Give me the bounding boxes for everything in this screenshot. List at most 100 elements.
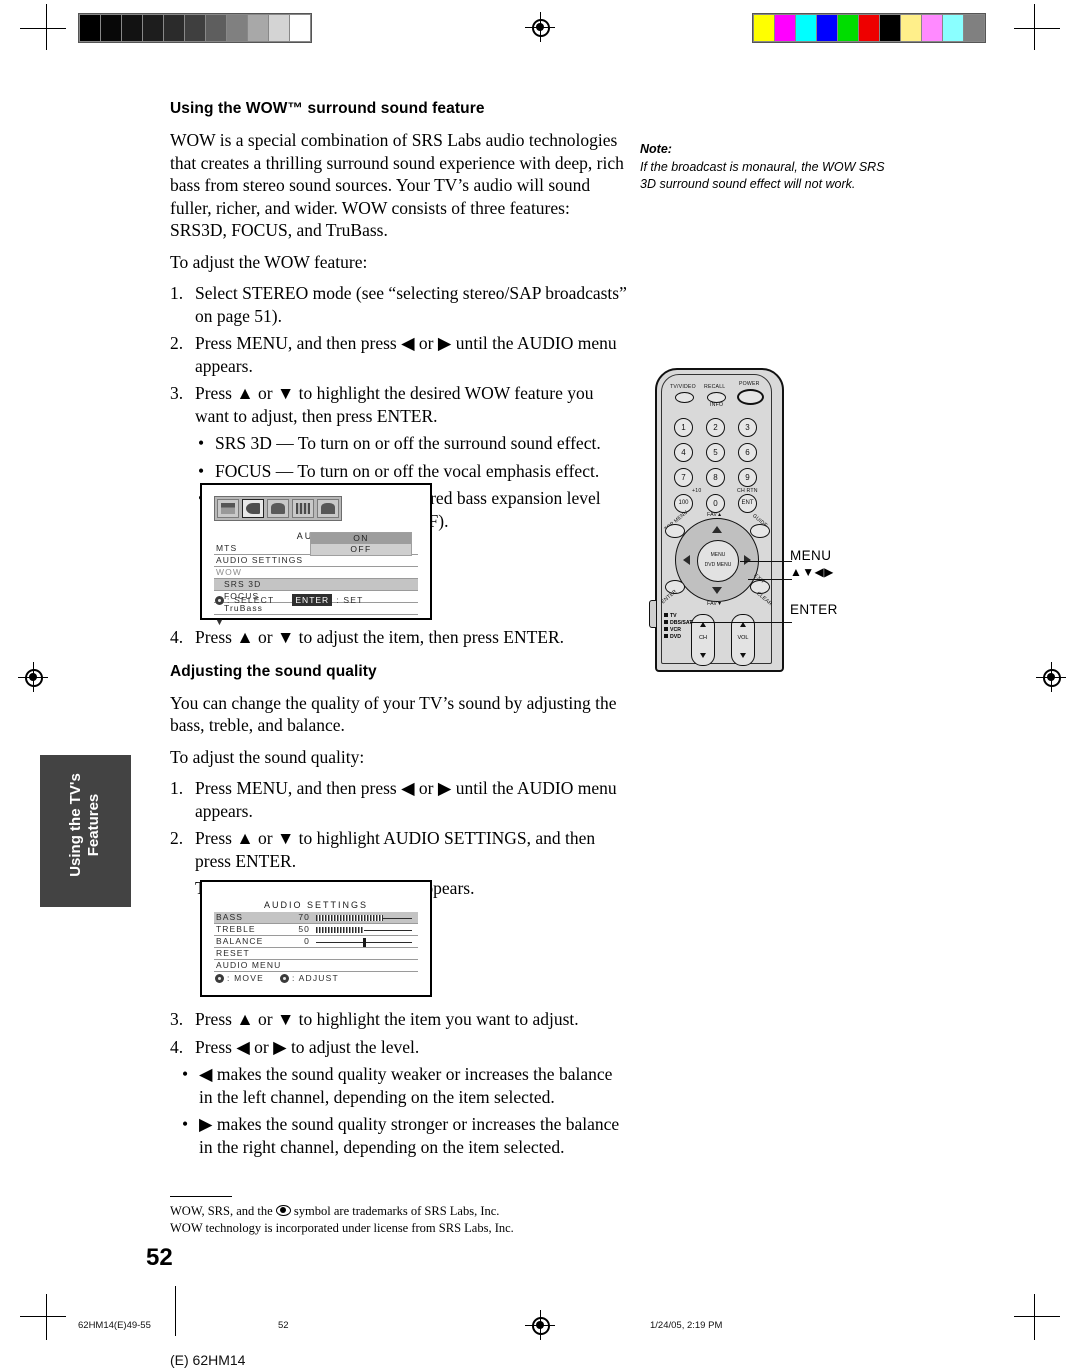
sound-quality-step-list-b: 3. Press ▲ or ▼ to highlight the item yo… xyxy=(170,1008,630,1158)
key-9-button[interactable]: 9 xyxy=(738,468,757,487)
volume-down-icon[interactable] xyxy=(740,653,746,658)
left-arrow-icon[interactable] xyxy=(683,555,690,565)
footnote-rule xyxy=(170,1196,232,1197)
print-footer-right: 1/24/05, 2:19 PM xyxy=(650,1320,723,1331)
page-number: 52 xyxy=(146,1244,173,1271)
osd-row-reset[interactable]: RESET xyxy=(214,948,418,960)
key-4-button[interactable]: 4 xyxy=(674,443,693,462)
mode-dvd: DVD xyxy=(664,634,692,641)
osd-row-label: AUDIO MENU xyxy=(216,960,282,970)
crop-mark-br-v xyxy=(1034,1294,1035,1340)
antenna-icon[interactable] xyxy=(267,499,289,518)
dpad-icon xyxy=(215,973,224,983)
osd-footer-enter-key: ENTER xyxy=(292,594,333,606)
osd-bass-slider[interactable] xyxy=(316,915,412,921)
osd-row-audio-menu[interactable]: AUDIO MENU xyxy=(214,960,418,972)
step-number: 2. xyxy=(170,828,184,848)
remote-side-button[interactable] xyxy=(649,600,657,628)
footer-divider-line xyxy=(175,1286,176,1336)
mode-dvd-label: DVD xyxy=(670,634,681,640)
registration-mark-top xyxy=(525,12,555,42)
osd-row-audio-settings[interactable]: AUDIO SETTINGS xyxy=(214,555,418,567)
key-8-button[interactable]: 8 xyxy=(706,468,725,487)
osd-row-label: AUDIO SETTINGS xyxy=(216,555,304,565)
osd-row-balance[interactable]: BALANCE 0 xyxy=(214,936,418,948)
note-label: Note: xyxy=(640,142,672,156)
key-7-button[interactable]: 7 xyxy=(674,468,693,487)
channel-down-icon[interactable] xyxy=(700,653,706,658)
list-item: • FOCUS — To turn on or off the vocal em… xyxy=(198,460,630,483)
step-text: Press MENU, and then press ◀ or ▶ until … xyxy=(195,333,617,376)
crop-mark-tr-v xyxy=(1034,4,1035,50)
key-3-button[interactable]: 3 xyxy=(738,418,757,437)
mode-tv: TV xyxy=(664,613,692,620)
step-number: 3. xyxy=(170,383,184,403)
setup-icon[interactable] xyxy=(292,499,314,518)
menu-center-button[interactable]: MENU DVD MENU xyxy=(697,540,739,582)
grayscale-calibration-bar xyxy=(78,13,312,43)
calibration-swatch-5 xyxy=(185,15,205,41)
osd-row-srs3d[interactable]: SRS 3D xyxy=(214,579,418,591)
adjust-icon xyxy=(279,973,289,983)
step-number: 2. xyxy=(170,333,184,353)
key-0-button[interactable]: 0 xyxy=(706,494,725,513)
mode-vcr-label: VCR xyxy=(670,627,681,633)
lock-icon[interactable] xyxy=(317,499,339,518)
osd-audio-menu-screenshot: AUDIO MTS AUDIO SETTINGS WOW SRS 3D FOCU… xyxy=(200,483,432,627)
channel-label: CH xyxy=(699,635,707,641)
directional-pad[interactable]: MENU DVD MENU xyxy=(675,518,759,602)
osd-row-treble[interactable]: TREBLE 50 xyxy=(214,924,418,936)
calibration-swatch-7 xyxy=(901,15,921,41)
osd-option-box: ON OFF xyxy=(310,532,412,556)
down-arrow-icon[interactable] xyxy=(712,587,722,594)
plus-ten-label: +10 xyxy=(692,488,702,494)
key-5-button[interactable]: 5 xyxy=(706,443,725,462)
osd-option-on[interactable]: ON xyxy=(311,533,411,544)
osd-row-bass[interactable]: BASS 70 xyxy=(214,912,418,924)
calibration-swatch-4 xyxy=(164,15,184,41)
print-footer-left: 62HM14(E)49-55 xyxy=(78,1320,151,1331)
up-arrow-icon[interactable] xyxy=(712,526,722,533)
key-6-button[interactable]: 6 xyxy=(738,443,757,462)
color-calibration-bar xyxy=(752,13,986,43)
osd-row-value: 70 xyxy=(298,912,310,922)
menu-label-line2: DVD MENU xyxy=(704,562,732,568)
sound-quality-intro: You can change the quality of your TV’s … xyxy=(170,692,617,736)
print-footer-bottom: (E) 62HM14 xyxy=(170,1352,246,1368)
adjust-direction-bullets: • ◀ makes the sound quality weaker or in… xyxy=(182,1063,630,1158)
crop-mark-bl-v xyxy=(46,1294,47,1340)
mode-dbs-sat: DBS/SAT xyxy=(664,620,692,627)
calibration-swatch-0 xyxy=(80,15,100,41)
osd-row-label: MTS xyxy=(216,543,238,553)
osd-settings-footer: : MOVE : ADJUST xyxy=(215,973,339,983)
bullet-text: FOCUS — To turn on or off the vocal emph… xyxy=(215,460,600,481)
pic-size-button[interactable] xyxy=(750,524,770,538)
osd-treble-slider[interactable] xyxy=(316,927,412,933)
key-1-button[interactable]: 1 xyxy=(674,418,693,437)
calibration-swatch-8 xyxy=(248,15,268,41)
power-button[interactable] xyxy=(737,389,764,405)
picture-icon[interactable] xyxy=(217,499,239,518)
osd-balance-slider[interactable] xyxy=(316,938,412,947)
osd-row-wow[interactable]: WOW xyxy=(214,567,418,579)
list-item: • ▶ makes the sound quality stronger or … xyxy=(182,1113,630,1158)
audio-icon[interactable] xyxy=(242,499,264,518)
bullet-text: SRS 3D — To turn on or off the surround … xyxy=(215,433,601,453)
callout-leader-arrows xyxy=(748,579,792,580)
tv-video-button[interactable] xyxy=(675,392,694,403)
osd-row-label: RESET xyxy=(216,948,250,958)
key-ent-button[interactable]: ENT xyxy=(738,494,757,513)
calibration-swatch-5 xyxy=(859,15,879,41)
osd-row-label: BALANCE xyxy=(216,936,264,946)
osd-audio-footer: : SELECT ENTER : SET xyxy=(215,594,363,606)
key-2-button[interactable]: 2 xyxy=(706,418,725,437)
sound-quality-lead-in: To adjust the sound quality: xyxy=(170,746,365,767)
device-mode-selector[interactable]: TV DBS/SAT VCR DVD xyxy=(664,613,692,641)
calibration-swatch-7 xyxy=(227,15,247,41)
step-number: 1. xyxy=(170,778,184,798)
osd-audio-settings-inner: AUDIO SETTINGS BASS 70 TREBLE 50 BALANCE… xyxy=(206,886,426,991)
right-arrow-icon[interactable] xyxy=(744,555,751,565)
bullet-marker: • xyxy=(182,1114,189,1134)
osd-option-off[interactable]: OFF xyxy=(311,544,411,555)
calibration-swatch-3 xyxy=(817,15,837,41)
